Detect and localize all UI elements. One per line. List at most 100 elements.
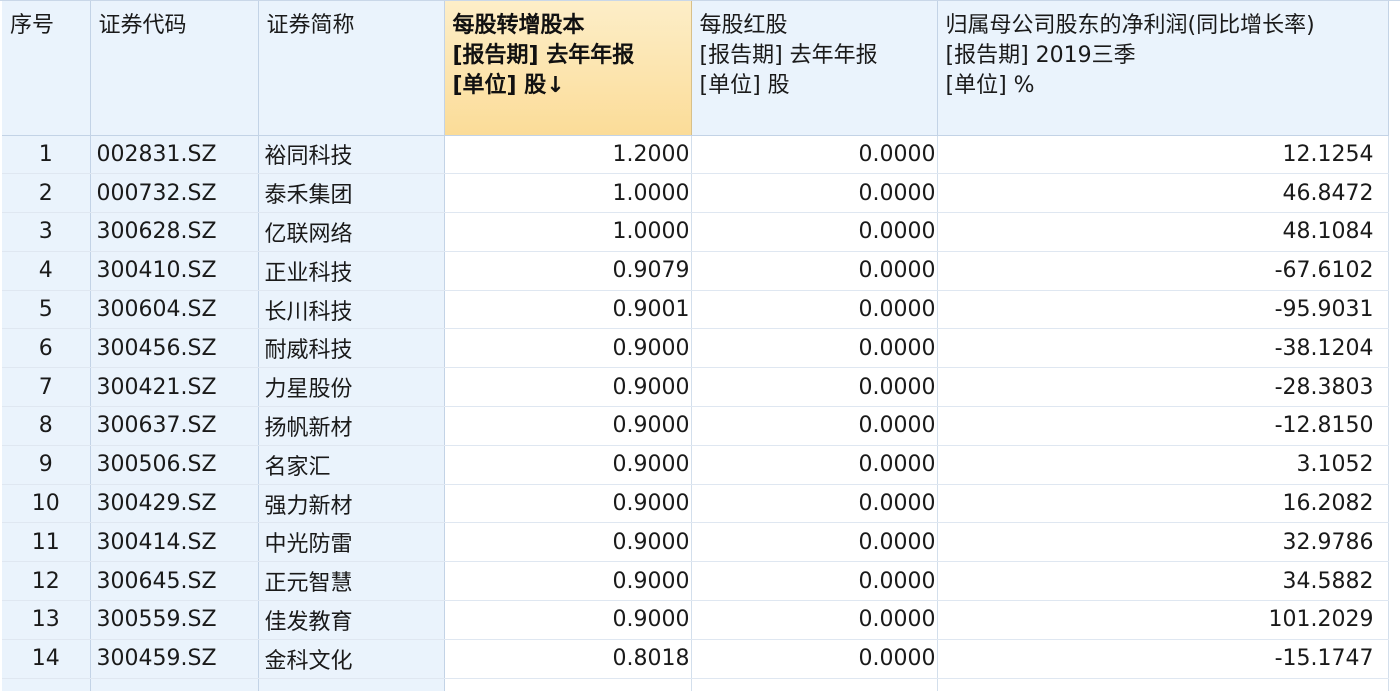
cell-bonus-shares[interactable]: 0.0000 <box>691 406 938 446</box>
table-row[interactable]: 8 300637.SZ 扬帆新材 0.9000 0.0000 -12.8150 <box>2 406 1389 446</box>
cell-name[interactable]: 扬帆新材 <box>258 406 445 446</box>
cell-code[interactable]: 300628.SZ <box>90 212 259 252</box>
cell-transfer-shares[interactable]: 0.9000 <box>444 445 692 485</box>
cell-transfer-shares[interactable]: 0.9000 <box>444 600 692 640</box>
cell-net-profit-growth[interactable]: 32.9786 <box>937 522 1389 563</box>
cell-index[interactable]: 13 <box>2 600 91 640</box>
cell-name[interactable]: 长川科技 <box>258 290 445 330</box>
cell-transfer-shares[interactable]: 0.9000 <box>444 561 692 602</box>
cell-index[interactable]: 6 <box>2 328 91 369</box>
table-row-partial[interactable] <box>2 678 1389 691</box>
cell-net-profit-growth[interactable]: -12.8150 <box>937 406 1389 446</box>
table-row[interactable]: 13 300559.SZ 佳发教育 0.9000 0.0000 101.2029 <box>2 600 1389 640</box>
cell-transfer-shares[interactable] <box>444 678 692 691</box>
column-header-bonus-shares[interactable]: 每股红股 [报告期] 去年年报 [单位] 股 <box>691 1 938 136</box>
cell-bonus-shares[interactable]: 0.0000 <box>691 328 938 369</box>
cell-name[interactable]: 强力新材 <box>258 484 445 524</box>
cell-bonus-shares[interactable]: 0.0000 <box>691 561 938 602</box>
cell-name[interactable]: 中光防雷 <box>258 522 445 563</box>
table-row[interactable]: 6 300456.SZ 耐威科技 0.9000 0.0000 -38.1204 <box>2 328 1389 369</box>
cell-index[interactable]: 10 <box>2 484 91 524</box>
cell-net-profit-growth[interactable]: 34.5882 <box>937 561 1389 602</box>
cell-transfer-shares[interactable]: 0.9000 <box>444 367 692 408</box>
cell-bonus-shares[interactable]: 0.0000 <box>691 251 938 291</box>
cell-index[interactable] <box>2 678 91 691</box>
cell-name[interactable]: 裕同科技 <box>258 135 445 175</box>
cell-code[interactable]: 300506.SZ <box>90 445 259 485</box>
cell-code[interactable]: 300456.SZ <box>90 328 259 369</box>
cell-code[interactable]: 000732.SZ <box>90 173 259 214</box>
cell-code[interactable]: 300414.SZ <box>90 522 259 563</box>
table-row[interactable]: 10 300429.SZ 强力新材 0.9000 0.0000 16.2082 <box>2 484 1389 524</box>
cell-bonus-shares[interactable]: 0.0000 <box>691 212 938 252</box>
cell-transfer-shares[interactable]: 0.9000 <box>444 406 692 446</box>
column-header-net-profit-growth[interactable]: 归属母公司股东的净利润(同比增长率) [报告期] 2019三季 [单位] % <box>937 1 1389 136</box>
cell-net-profit-growth[interactable]: -38.1204 <box>937 328 1389 369</box>
cell-name[interactable]: 耐威科技 <box>258 328 445 369</box>
cell-net-profit-growth[interactable]: -28.3803 <box>937 367 1389 408</box>
cell-net-profit-growth[interactable]: 101.2029 <box>937 600 1389 640</box>
cell-net-profit-growth[interactable] <box>937 678 1389 691</box>
cell-net-profit-growth[interactable]: 12.1254 <box>937 135 1389 175</box>
column-header-index[interactable]: 序号 <box>2 1 91 136</box>
column-header-name[interactable]: 证券简称 <box>258 1 445 136</box>
cell-bonus-shares[interactable] <box>691 678 938 691</box>
cell-transfer-shares[interactable]: 0.8018 <box>444 639 692 679</box>
cell-code[interactable] <box>90 678 259 691</box>
cell-net-profit-growth[interactable]: 46.8472 <box>937 173 1389 214</box>
table-row[interactable]: 1 002831.SZ 裕同科技 1.2000 0.0000 12.1254 <box>2 135 1389 175</box>
table-row[interactable]: 5 300604.SZ 长川科技 0.9001 0.0000 -95.9031 <box>2 290 1389 330</box>
cell-index[interactable]: 12 <box>2 561 91 602</box>
cell-bonus-shares[interactable]: 0.0000 <box>691 290 938 330</box>
table-row[interactable]: 4 300410.SZ 正业科技 0.9079 0.0000 -67.6102 <box>2 251 1389 291</box>
cell-transfer-shares[interactable]: 0.9000 <box>444 522 692 563</box>
cell-transfer-shares[interactable]: 0.9000 <box>444 484 692 524</box>
cell-name[interactable]: 泰禾集团 <box>258 173 445 214</box>
cell-index[interactable]: 7 <box>2 367 91 408</box>
cell-bonus-shares[interactable]: 0.0000 <box>691 522 938 563</box>
cell-name[interactable]: 正业科技 <box>258 251 445 291</box>
cell-transfer-shares[interactable]: 0.9079 <box>444 251 692 291</box>
cell-index[interactable]: 11 <box>2 522 91 563</box>
cell-transfer-shares[interactable]: 1.0000 <box>444 212 692 252</box>
cell-code[interactable]: 300421.SZ <box>90 367 259 408</box>
table-row[interactable]: 11 300414.SZ 中光防雷 0.9000 0.0000 32.9786 <box>2 522 1389 563</box>
cell-name[interactable]: 金科文化 <box>258 639 445 679</box>
cell-code[interactable]: 300604.SZ <box>90 290 259 330</box>
cell-name[interactable]: 佳发教育 <box>258 600 445 640</box>
cell-bonus-shares[interactable]: 0.0000 <box>691 445 938 485</box>
cell-net-profit-growth[interactable]: -67.6102 <box>937 251 1389 291</box>
cell-index[interactable]: 9 <box>2 445 91 485</box>
cell-transfer-shares[interactable]: 1.0000 <box>444 173 692 214</box>
cell-bonus-shares[interactable]: 0.0000 <box>691 173 938 214</box>
column-header-code[interactable]: 证券代码 <box>90 1 259 136</box>
cell-name[interactable]: 亿联网络 <box>258 212 445 252</box>
table-row[interactable]: 3 300628.SZ 亿联网络 1.0000 0.0000 48.1084 <box>2 212 1389 252</box>
table-row[interactable]: 2 000732.SZ 泰禾集团 1.0000 0.0000 46.8472 <box>2 173 1389 214</box>
cell-code[interactable]: 300645.SZ <box>90 561 259 602</box>
cell-name[interactable]: 正元智慧 <box>258 561 445 602</box>
cell-code[interactable]: 300410.SZ <box>90 251 259 291</box>
cell-bonus-shares[interactable]: 0.0000 <box>691 367 938 408</box>
cell-bonus-shares[interactable]: 0.0000 <box>691 639 938 679</box>
table-row[interactable]: 9 300506.SZ 名家汇 0.9000 0.0000 3.1052 <box>2 445 1389 485</box>
cell-index[interactable]: 4 <box>2 251 91 291</box>
cell-transfer-shares[interactable]: 0.9001 <box>444 290 692 330</box>
cell-bonus-shares[interactable]: 0.0000 <box>691 600 938 640</box>
cell-net-profit-growth[interactable]: -15.1747 <box>937 639 1389 679</box>
cell-transfer-shares[interactable]: 0.9000 <box>444 328 692 369</box>
table-row[interactable]: 14 300459.SZ 金科文化 0.8018 0.0000 -15.1747 <box>2 639 1389 679</box>
cell-index[interactable]: 2 <box>2 173 91 214</box>
cell-net-profit-growth[interactable]: -95.9031 <box>937 290 1389 330</box>
cell-net-profit-growth[interactable]: 16.2082 <box>937 484 1389 524</box>
cell-net-profit-growth[interactable]: 3.1052 <box>937 445 1389 485</box>
cell-index[interactable]: 1 <box>2 135 91 175</box>
cell-code[interactable]: 300637.SZ <box>90 406 259 446</box>
cell-code[interactable]: 300459.SZ <box>90 639 259 679</box>
cell-name[interactable]: 名家汇 <box>258 445 445 485</box>
cell-name[interactable] <box>258 678 445 691</box>
cell-index[interactable]: 8 <box>2 406 91 446</box>
cell-code[interactable]: 300429.SZ <box>90 484 259 524</box>
cell-bonus-shares[interactable]: 0.0000 <box>691 484 938 524</box>
cell-bonus-shares[interactable]: 0.0000 <box>691 135 938 175</box>
